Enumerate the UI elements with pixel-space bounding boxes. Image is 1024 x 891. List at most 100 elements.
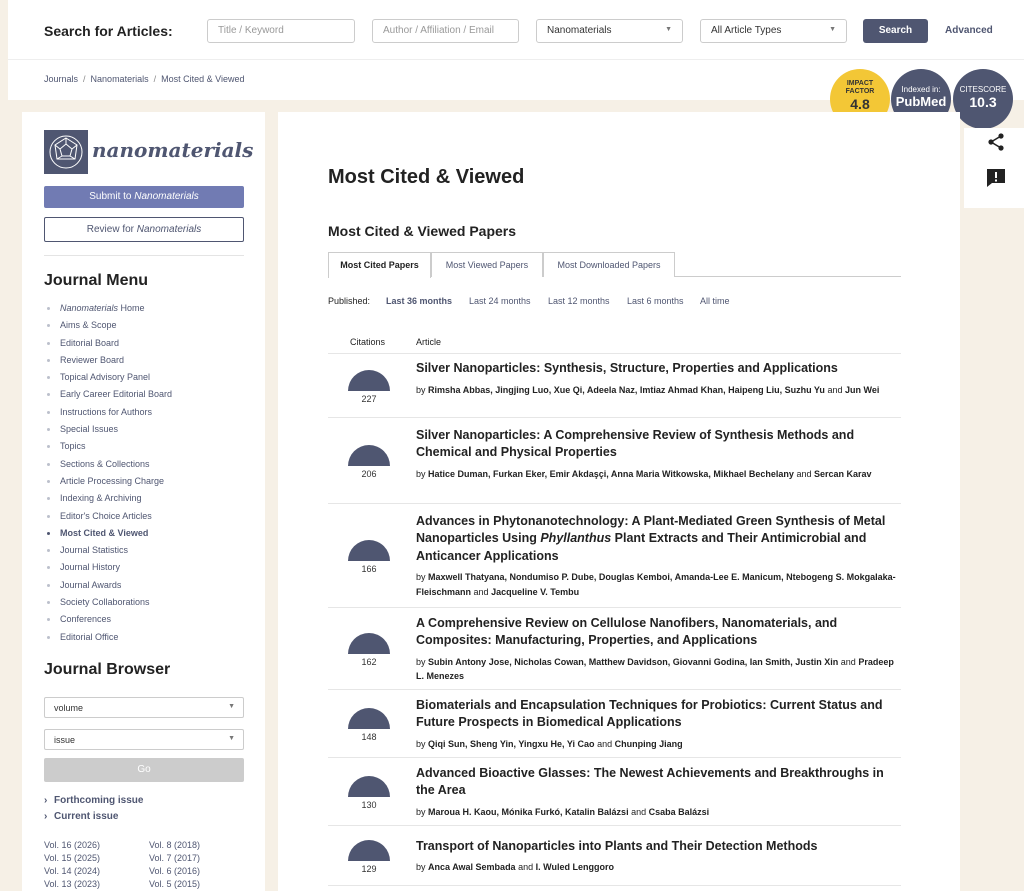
author-last[interactable]: I. Wuled Lenggoro (536, 862, 614, 872)
author-names[interactable]: Rimsha Abbas, Jingjing Luo, Xue Qi, Adee… (428, 385, 825, 395)
volume-link[interactable]: Vol. 8 (2018) (149, 840, 200, 850)
main-content: Most Cited & Viewed Most Cited & Viewed … (278, 112, 960, 891)
article-authors: by Anca Awal Sembada and I. Wuled Lenggo… (416, 860, 896, 875)
title-keyword-input[interactable]: Title / Keyword (207, 19, 355, 43)
menu-item-editor-s-choice-articles[interactable]: Editor's Choice Articles (44, 508, 254, 525)
menu-item-article-processing-charge[interactable]: Article Processing Charge (44, 473, 254, 490)
citation-count: 148 (361, 732, 377, 742)
current-issue-link[interactable]: › Current issue (44, 811, 118, 822)
journal-select[interactable]: Nanomaterials ▼ (536, 19, 683, 43)
menu-item-home[interactable]: Nanomaterials Home (44, 300, 254, 317)
author-last[interactable]: Jacqueline V. Tembu (491, 587, 579, 597)
menu-item-sections-collections[interactable]: Sections & Collections (44, 456, 254, 473)
tab-most-downloaded[interactable]: Most Downloaded Papers (543, 252, 675, 277)
menu-item-journal-awards[interactable]: Journal Awards (44, 577, 254, 594)
period-last-6[interactable]: Last 6 months (627, 296, 684, 306)
author-names[interactable]: Maroua H. Kaou, Mónika Furkó, Katalin Ba… (428, 807, 629, 817)
menu-item-special-issues[interactable]: Special Issues (44, 421, 254, 438)
by-word: by (416, 862, 426, 872)
impact-label-2: FACTOR (845, 88, 875, 95)
by-word: by (416, 384, 426, 395)
issue-select[interactable]: issue ▼ (44, 729, 244, 750)
table-row: 227 Silver Nanoparticles: Synthesis, Stru… (328, 354, 901, 418)
volume-link[interactable]: Vol. 16 (2026) (44, 840, 100, 850)
article-title[interactable]: Transport of Nanoparticles into Plants a… (416, 838, 896, 856)
menu-item-editorial-board[interactable]: Editorial Board (44, 335, 254, 352)
submit-button[interactable]: Submit to Nanomaterials (44, 186, 244, 208)
menu-item-most-cited-viewed[interactable]: Most Cited & Viewed (44, 525, 254, 542)
volume-link[interactable]: Vol. 5 (2015) (149, 879, 200, 889)
author-input[interactable]: Author / Affiliation / Email (372, 19, 519, 43)
period-last-24[interactable]: Last 24 months (469, 296, 531, 306)
tab-most-viewed[interactable]: Most Viewed Papers (431, 252, 543, 277)
period-last-12[interactable]: Last 12 months (548, 296, 610, 306)
table-row: 166 Advances in Phytonanotechnology: A Pl… (328, 504, 901, 608)
menu-item-journal-history[interactable]: Journal History (44, 559, 254, 576)
article-title[interactable]: A Comprehensive Review on Cellulose Nano… (416, 615, 896, 650)
menu-item-indexing-archiving[interactable]: Indexing & Archiving (44, 490, 254, 507)
menu-item-conferences[interactable]: Conferences (44, 611, 254, 628)
citation-count: 129 (361, 864, 377, 874)
menu-item-journal-statistics[interactable]: Journal Statistics (44, 542, 254, 559)
article-title[interactable]: Silver Nanoparticles: A Comprehensive Re… (416, 427, 896, 462)
citation-graphic-icon (348, 633, 390, 654)
tab-most-cited[interactable]: Most Cited Papers (328, 252, 431, 278)
author-last[interactable]: Sercan Karav (814, 469, 872, 479)
issue-select-value: issue (54, 735, 76, 745)
author-names[interactable]: Qiqi Sun, Sheng Yin, Yingxu He, Yi Cao (428, 739, 595, 749)
forthcoming-label: Forthcoming issue (54, 795, 144, 806)
author-last[interactable]: Chunping Jiang (615, 739, 683, 749)
and-word: and (518, 862, 534, 872)
menu-item-aims-scope[interactable]: Aims & Scope (44, 317, 254, 334)
citescore-label: CITESCORE (959, 85, 1007, 94)
volume-link[interactable]: Vol. 13 (2023) (44, 879, 100, 889)
article-title[interactable]: Biomaterials and Encapsulation Technique… (416, 697, 896, 732)
col-citations: Citations (350, 337, 386, 347)
menu-item-editorial-office[interactable]: Editorial Office (44, 629, 254, 646)
article-type-select[interactable]: All Article Types ▼ (700, 19, 847, 43)
volume-select[interactable]: volume ▼ (44, 697, 244, 718)
author-names[interactable]: Subin Antony Jose, Nicholas Cowan, Matth… (428, 657, 838, 667)
menu-item-early-career-editorial-board[interactable]: Early Career Editorial Board (44, 386, 254, 403)
period-all-time[interactable]: All time (700, 296, 730, 306)
volume-link[interactable]: Vol. 15 (2025) (44, 853, 100, 863)
volume-link[interactable]: Vol. 7 (2017) (149, 853, 200, 863)
breadcrumb-journals[interactable]: Journals (44, 74, 78, 84)
chevron-down-icon: ▼ (829, 26, 836, 33)
article-authors: by Maroua H. Kaou, Mónika Furkó, Katalin… (416, 805, 896, 820)
period-last-36[interactable]: Last 36 months (386, 296, 452, 306)
author-names[interactable]: Hatice Duman, Furkan Eker, Emir Akdaşçi,… (428, 469, 794, 479)
published-filter: Published: Last 36 months Last 24 months… (328, 296, 730, 306)
advanced-search-link[interactable]: Advanced (945, 25, 993, 36)
citation-graphic-icon (348, 776, 390, 797)
author-last[interactable]: Csaba Balázsi (649, 807, 710, 817)
menu-item-topics[interactable]: Topics (44, 438, 254, 455)
citation-count: 162 (361, 657, 377, 667)
go-button[interactable]: Go (44, 758, 244, 782)
breadcrumb-nanomaterials[interactable]: Nanomaterials (91, 74, 149, 84)
citescore-badge[interactable]: CITESCORE 10.3 (953, 69, 1013, 129)
indexed-value: PubMed (895, 94, 947, 109)
feedback-icon[interactable] (986, 168, 1006, 188)
review-prefix: Review for (86, 224, 137, 235)
search-button[interactable]: Search (863, 19, 928, 43)
author-names[interactable]: Anca Awal Sembada (428, 862, 516, 872)
author-last[interactable]: Jun Wei (845, 385, 879, 395)
article-title[interactable]: Silver Nanoparticles: Synthesis, Structu… (416, 360, 896, 378)
article-authors: by Rimsha Abbas, Jingjing Luo, Xue Qi, A… (416, 383, 896, 398)
forthcoming-issue-link[interactable]: › Forthcoming issue (44, 795, 143, 806)
menu-item-instructions-for-authors[interactable]: Instructions for Authors (44, 404, 254, 421)
article-title[interactable]: Advances in Phytonanotechnology: A Plant… (416, 513, 896, 566)
article-title[interactable]: Advanced Bioactive Glasses: The Newest A… (416, 765, 896, 800)
page-title: Most Cited & Viewed (328, 166, 525, 188)
share-icon[interactable] (986, 132, 1006, 152)
search-label: Search for Articles: (44, 23, 173, 39)
menu-item-society-collaborations[interactable]: Society Collaborations (44, 594, 254, 611)
citation-graphic-icon (348, 840, 390, 861)
volume-link[interactable]: Vol. 6 (2016) (149, 866, 200, 876)
volume-link[interactable]: Vol. 14 (2024) (44, 866, 100, 876)
table-row: 148 Biomaterials and Encapsulation Techni… (328, 690, 901, 758)
menu-item-topical-advisory-panel[interactable]: Topical Advisory Panel (44, 369, 254, 386)
menu-item-reviewer-board[interactable]: Reviewer Board (44, 352, 254, 369)
review-button[interactable]: Review for Nanomaterials (44, 217, 244, 242)
